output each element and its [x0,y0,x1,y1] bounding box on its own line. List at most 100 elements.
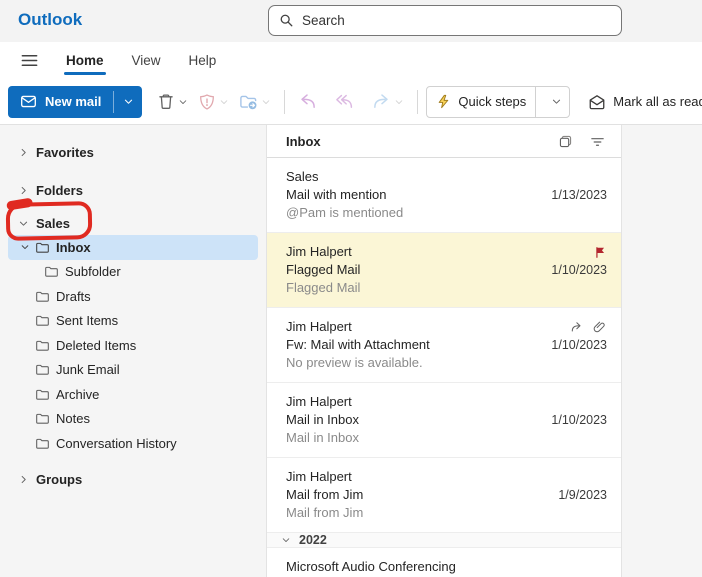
reading-pane-area [622,125,702,577]
sidebar-item-label: Conversation History [56,435,177,451]
chevron-down-icon [178,97,188,107]
mark-all-as-read-button[interactable]: Mark all as read [580,86,702,118]
folder-icon [35,411,50,426]
reply-button[interactable] [295,86,320,118]
filter-icon[interactable] [590,134,605,149]
sidebar-item-drafts[interactable]: Drafts [8,284,258,309]
trash-icon [157,93,175,111]
reply-all-icon [335,92,354,111]
folder-icon [35,362,50,377]
message-row-flagged[interactable]: Jim Halpert Flagged Mail 1/10/2023 Flagg… [267,233,621,308]
chevron-down-icon [394,97,404,107]
flag-icon[interactable] [594,246,607,259]
shield-alert-icon [198,93,216,111]
sidebar-item-label: Deleted Items [56,337,137,353]
message-subject: Mail from Jim [286,487,364,502]
message-sender: Jim Halpert [286,394,352,409]
quick-steps-label: Quick steps [458,94,527,109]
message-sender: Microsoft Audio Conferencing [286,559,456,574]
move-to-folder-button[interactable] [236,86,274,118]
folder-icon [35,289,50,304]
group-header-label: 2022 [299,533,327,547]
sidebar-item-archive[interactable]: Archive [8,382,258,407]
message-row[interactable]: Jim Halpert Mail in Inbox 1/10/2023 Mail… [267,383,621,458]
mark-all-as-read-label: Mark all as read [613,94,702,109]
folder-icon [35,240,50,255]
message-row[interactable]: Jim Halpert Mail from Jim 1/9/2023 Mail … [267,458,621,533]
reply-all-button[interactable] [332,86,357,118]
tab-view[interactable]: View [118,45,175,76]
message-date: 1/9/2023 [558,488,607,502]
sidebar-item-label: Subfolder [65,264,121,280]
select-messages-icon[interactable] [558,134,573,149]
delete-button[interactable] [154,86,191,118]
search-input[interactable] [302,13,611,28]
top-bar: Outlook [0,0,702,42]
new-mail-button[interactable]: New mail [8,86,113,118]
sidebar-item-label: Folders [36,182,83,198]
message-preview: No preview is available. [286,355,423,370]
sidebar-item-label: Junk Email [56,362,120,378]
chevron-down-icon [281,535,291,545]
sidebar-item-junk-email[interactable]: Junk Email [8,358,258,383]
message-row[interactable]: Jim Halpert Fw: Mail with Attachment 1/1… [267,308,621,383]
group-header-2022[interactable]: 2022 [267,533,621,548]
sidebar-item-conversation-history[interactable]: Conversation History [8,431,258,456]
sidebar-item-label: Drafts [56,288,91,304]
sidebar-item-notes[interactable]: Notes [8,407,258,432]
search-icon [279,13,294,28]
forwarded-icon [570,320,584,334]
message-preview: Mail from Jim [286,505,364,520]
lightning-icon [436,94,451,109]
outlook-logo: Outlook [18,10,83,29]
toolbar-divider [417,89,419,114]
content-area: Favorites Folders Sales Inbox Subfolder … [0,125,702,577]
quick-steps-dropdown-button[interactable] [543,87,569,117]
message-list-title: Inbox [286,133,321,149]
folder-icon [35,338,50,353]
mail-read-icon [588,93,606,111]
message-date: 1/10/2023 [551,413,607,427]
tab-help[interactable]: Help [175,45,231,76]
new-mail-dropdown-button[interactable] [114,86,142,118]
message-sender: Jim Halpert [286,319,352,334]
sidebar-item-label: Sent Items [56,313,119,329]
report-button[interactable] [195,86,232,118]
hamburger-menu-button[interactable] [14,47,44,75]
forward-button[interactable] [369,86,407,118]
message-subject: Flagged Mail [286,262,361,277]
sidebar-item-subfolder[interactable]: Subfolder [8,260,258,285]
sidebar-item-label: Inbox [56,239,91,255]
chevron-down-icon [18,218,29,229]
tab-home[interactable]: Home [52,45,118,76]
message-date: 1/10/2023 [551,263,607,277]
new-mail-split-button: New mail [8,85,143,118]
sidebar-item-label: Notes [56,411,90,427]
message-sender: Jim Halpert [286,244,352,259]
folder-icon [35,313,50,328]
search-box[interactable] [268,5,622,36]
sidebar-item-favorites[interactable]: Favorites [0,140,266,164]
message-subject: Mail with mention [286,187,387,202]
message-sender: Sales [286,169,319,184]
chevron-right-icon [18,147,29,158]
sidebar-item-label: Archive [56,386,100,402]
sidebar-item-sent-items[interactable]: Sent Items [8,309,258,334]
ribbon-toolbar: New mail Quick steps Mark all as read [0,79,702,125]
sidebar-item-inbox[interactable]: Inbox [8,235,258,260]
message-row[interactable]: Sales Mail with mention 1/13/2023 @Pam i… [267,158,621,233]
toolbar-divider [284,89,286,114]
message-row[interactable]: Microsoft Audio Conferencing You now hav… [267,548,621,577]
folder-sidebar: Favorites Folders Sales Inbox Subfolder … [0,125,266,577]
sidebar-item-label: Groups [36,472,83,487]
message-subject: Fw: Mail with Attachment [286,337,430,352]
chevron-right-icon [18,185,29,196]
sidebar-item-folders[interactable]: Folders [0,178,266,202]
sidebar-item-groups[interactable]: Groups [0,468,266,492]
message-preview: Mail in Inbox [286,430,359,445]
attachment-icon [593,320,607,334]
reply-icon [298,92,317,111]
sidebar-item-sales[interactable]: Sales [0,211,266,235]
sidebar-item-deleted-items[interactable]: Deleted Items [8,333,258,358]
quick-steps-button[interactable]: Quick steps [426,85,571,118]
